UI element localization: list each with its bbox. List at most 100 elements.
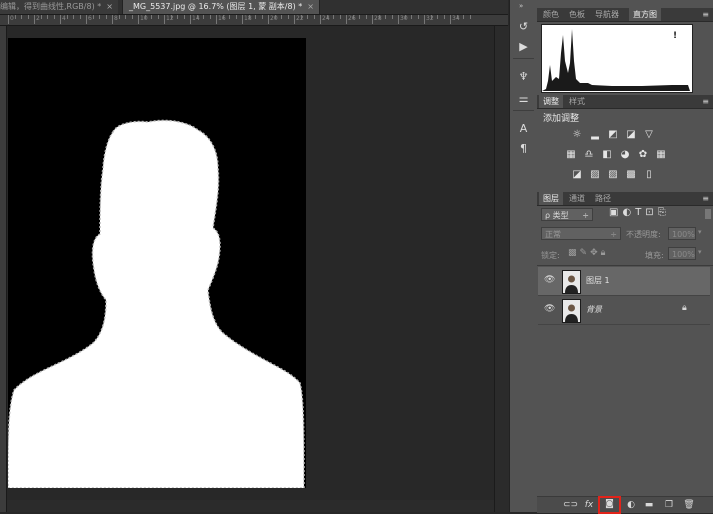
lock-icon: 🔒︎ — [682, 303, 687, 313]
curves-icon[interactable]: ◩ — [607, 129, 619, 141]
document-canvas[interactable] — [8, 38, 306, 488]
close-icon[interactable]: × — [106, 2, 113, 11]
brush-icon[interactable]: ♆ — [515, 70, 532, 83]
filter-pixel-icon[interactable]: ▣ — [609, 207, 622, 218]
add-layer-mask-button[interactable]: ◙ — [598, 496, 621, 514]
tab-swatches[interactable]: 色板 — [565, 8, 589, 21]
color-lookup-icon[interactable]: ▦ — [655, 149, 667, 161]
ruler-label: 20 — [270, 15, 278, 22]
filter-shape-icon[interactable]: ⊡ — [645, 207, 657, 218]
link-layers-icon[interactable]: ⊂⊃ — [563, 499, 578, 511]
filter-adjustment-icon[interactable]: ◐ — [622, 207, 635, 218]
threshold-icon[interactable]: ▨ — [607, 169, 619, 181]
layer-style-icon[interactable]: fx — [583, 499, 595, 511]
layer-filter-icons: ▣◐T⊡⎘ — [609, 207, 709, 221]
selective-color-icon[interactable]: ▯ — [643, 169, 655, 181]
lock-label: 锁定: — [541, 251, 560, 260]
horizontal-scrollbar[interactable] — [7, 500, 494, 512]
ruler-minor-tick — [469, 15, 471, 19]
channel-mixer-icon[interactable]: ✿ — [637, 149, 649, 161]
layer-filter-select[interactable]: ρ 类型 ÷ — [541, 208, 593, 221]
vibrance-icon[interactable]: ▽ — [643, 129, 655, 141]
tab-navigator[interactable]: 导航器 — [591, 8, 623, 21]
lock-move-icon[interactable]: ✥ — [590, 248, 601, 258]
character-icon[interactable]: A — [515, 122, 532, 135]
color-balance-icon[interactable]: ♎ — [583, 149, 595, 161]
ruler-minor-tick — [118, 15, 120, 19]
layer-thumbnail — [562, 299, 581, 323]
tab-styles[interactable]: 样式 — [565, 95, 589, 108]
ruler-minor-tick — [365, 15, 367, 19]
brush-presets-icon[interactable]: ⚌ — [515, 92, 532, 105]
vertical-ruler — [0, 26, 7, 512]
new-group-icon[interactable]: ▬ — [643, 499, 655, 511]
tab-histogram[interactable]: 直方图 — [629, 8, 661, 21]
document-tab-1[interactable]: 编辑，得到曲线性,RGB/8) * × — [0, 0, 118, 14]
lock-transparent-icon[interactable]: ▩ — [568, 248, 580, 258]
tab-color[interactable]: 颜色 — [539, 8, 563, 21]
document-tab-2[interactable]: _MG_5537.jpg @ 16.7% (图层 1, 蒙 副本/8) * × — [122, 0, 320, 14]
filter-smart-icon[interactable]: ⎘ — [658, 207, 670, 218]
invert-icon[interactable]: ◪ — [571, 169, 583, 181]
cache-warning-icon[interactable]: ! — [673, 31, 677, 41]
levels-icon[interactable]: ▂ — [589, 129, 601, 141]
paragraph-icon[interactable]: ¶ — [515, 142, 532, 155]
collapse-arrows-icon[interactable]: » — [519, 2, 523, 10]
lock-brush-icon[interactable]: ✎ — [580, 248, 591, 258]
ruler-label: 2 — [36, 15, 40, 22]
new-layer-icon[interactable]: ❐ — [663, 499, 675, 511]
document-tab-2-title: _MG_5537.jpg @ 16.7% (图层 1, 蒙 副本/8) * — [129, 2, 303, 11]
actions-play-icon[interactable]: ▶ — [515, 40, 532, 53]
chevron-down-icon[interactable]: ▾ — [698, 248, 702, 256]
ruler-minor-tick — [359, 15, 360, 19]
ruler-minor-tick — [27, 15, 29, 19]
adjustments-title: 添加调整 — [543, 114, 580, 124]
ruler-tick — [138, 15, 139, 24]
ruler-minor-tick — [203, 15, 204, 19]
tab-adjustments[interactable]: 调整 — [539, 95, 563, 108]
black-white-icon[interactable]: ◧ — [601, 149, 613, 161]
gradient-map-icon[interactable]: ▩ — [625, 169, 637, 181]
layers-panel-tabs: 图层 通道 路径 ≡ — [537, 192, 713, 206]
vertical-scrollbar[interactable] — [494, 26, 509, 512]
ruler-tick — [190, 15, 191, 24]
ruler-tick — [424, 15, 425, 24]
close-icon[interactable]: × — [307, 2, 314, 11]
chevron-down-icon[interactable]: ▾ — [698, 228, 702, 236]
delete-layer-icon[interactable]: 🗑︎ — [683, 499, 695, 511]
layer-row[interactable]: 👁︎ 图层 1 — [538, 267, 710, 296]
layer-filter-label: ρ 类型 — [545, 211, 569, 220]
ruler-minor-tick — [313, 15, 315, 19]
panel-menu-icon[interactable]: ≡ — [702, 97, 709, 106]
filter-toggle-switch[interactable] — [705, 209, 711, 219]
brightness-icon[interactable]: ☼ — [571, 129, 583, 141]
lock-all-icon[interactable]: 🔒︎ — [601, 248, 609, 258]
ruler-minor-tick — [177, 15, 178, 19]
panel-menu-icon[interactable]: ≡ — [702, 10, 709, 19]
eye-icon[interactable]: 👁︎ — [544, 275, 555, 285]
new-adjustment-layer-icon[interactable]: ◐ — [625, 499, 637, 511]
blend-mode-select[interactable]: 正常 ÷ — [541, 227, 621, 240]
exposure-icon[interactable]: ◪ — [625, 129, 637, 141]
hue-saturation-icon[interactable]: ▦ — [565, 149, 577, 161]
ruler-label: 28 — [374, 15, 382, 22]
ruler-minor-tick — [333, 15, 334, 19]
layer-thumbnail — [562, 270, 581, 294]
blend-mode-value: 正常 — [545, 230, 561, 239]
ruler-label: 22 — [296, 15, 304, 22]
history-icon[interactable]: ↺ — [515, 20, 532, 33]
panel-menu-icon[interactable]: ≡ — [702, 194, 709, 203]
tab-layers[interactable]: 图层 — [539, 192, 563, 205]
filter-type-icon[interactable]: T — [635, 207, 645, 218]
layer-row[interactable]: 👁︎ 背景 🔒︎ — [538, 296, 710, 325]
tab-paths[interactable]: 路径 — [591, 192, 615, 205]
ruler-minor-tick — [261, 15, 263, 19]
fill-input[interactable]: 100% — [668, 247, 696, 260]
ruler-label: 24 — [322, 15, 330, 22]
opacity-input[interactable]: 100% — [668, 227, 696, 240]
photo-filter-icon[interactable]: ◕ — [619, 149, 631, 161]
ruler-label: 6 — [88, 15, 92, 22]
eye-icon[interactable]: 👁︎ — [544, 304, 555, 314]
tab-channels[interactable]: 通道 — [565, 192, 589, 205]
posterize-icon[interactable]: ▨ — [589, 169, 601, 181]
